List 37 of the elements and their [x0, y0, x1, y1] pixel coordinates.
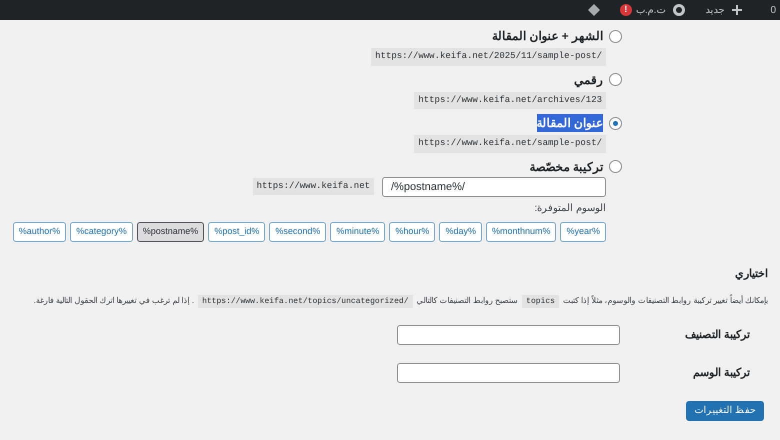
radio-button[interactable]: [609, 160, 622, 173]
tag-button[interactable]: %day%: [439, 222, 482, 242]
example-url: https://www.keifa.net/2025/11/sample-post/: [371, 48, 606, 66]
tag-button[interactable]: %year%: [560, 222, 606, 242]
example-url: https://www.keifa.net/sample-post/: [414, 135, 606, 152]
base-url: https://www.keifa.net: [252, 178, 374, 196]
tag-button[interactable]: %hour%: [389, 222, 436, 242]
plus-icon[interactable]: [732, 5, 742, 15]
radio-button[interactable]: [609, 73, 622, 86]
tag-button[interactable]: %postname%: [136, 222, 204, 242]
radio-button[interactable]: [609, 30, 622, 42]
tag-button[interactable]: %post_id%: [208, 222, 266, 242]
field-label: تركيبة التصنيف: [684, 328, 750, 343]
avatar-icon[interactable]: [673, 4, 686, 16]
save-button[interactable]: حفظ التغييرات: [686, 401, 764, 421]
example-url: https://www.keifa.net/archives/123: [414, 92, 606, 109]
tag-button[interactable]: %second%: [269, 222, 326, 242]
option-label[interactable]: عنوان المقالة: [536, 114, 603, 132]
alert-badge[interactable]: !: [620, 4, 632, 16]
tag-button[interactable]: %minute%: [330, 222, 386, 242]
base-field[interactable]: [397, 363, 620, 383]
available-tags-label: الوسوم المتوفرة:: [533, 202, 606, 216]
option-label[interactable]: تركيبة مخصّصة: [530, 158, 603, 176]
new-link[interactable]: جديد: [705, 2, 724, 18]
option-label[interactable]: رقمي: [574, 70, 603, 88]
tag-button[interactable]: %monthnum%: [486, 222, 556, 242]
diamond-icon[interactable]: [588, 4, 600, 16]
tag-button[interactable]: %category%: [70, 222, 133, 242]
comment-count[interactable]: 0: [770, 2, 776, 18]
tag-button[interactable]: %author%: [12, 222, 66, 242]
radio-button[interactable]: [609, 116, 622, 130]
custom-structure-field[interactable]: /%postname%/: [382, 176, 606, 196]
section-heading: اختياري: [734, 266, 768, 282]
user-name[interactable]: ت.م.ب: [636, 2, 666, 18]
base-field[interactable]: [397, 325, 620, 345]
option-label[interactable]: الشهر + عنوان المقالة: [492, 27, 603, 45]
field-label: تركيبة الوسم: [692, 366, 750, 381]
